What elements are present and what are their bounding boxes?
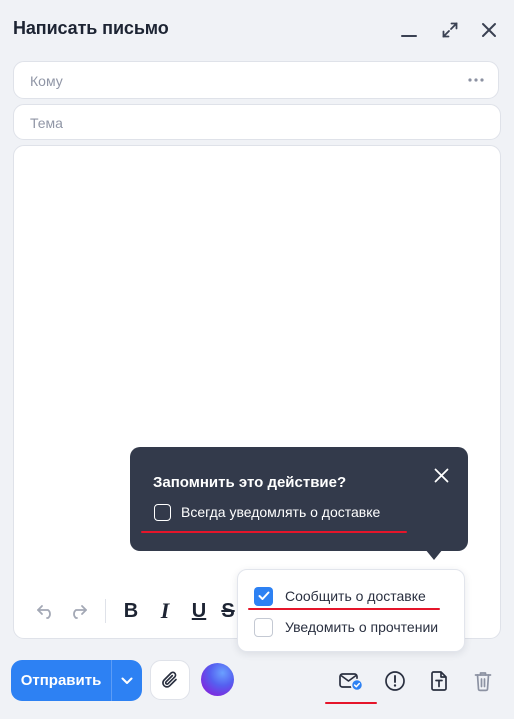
always-notify-label[interactable]: Всегда уведомлять о доставке xyxy=(181,504,380,520)
undo-icon xyxy=(37,605,51,619)
menu-item-label: Сообщить о доставке xyxy=(285,588,426,604)
read-checkbox[interactable] xyxy=(254,617,273,637)
bold-button[interactable]: B xyxy=(119,598,143,624)
highlight-underline xyxy=(248,608,440,610)
ai-assistant-button[interactable] xyxy=(201,663,234,696)
menu-item-read[interactable]: Уведомить о прочтении xyxy=(254,617,438,637)
delivery-checkbox[interactable] xyxy=(254,586,273,606)
expand-button[interactable] xyxy=(438,18,462,42)
redo-icon xyxy=(73,605,87,619)
subject-placeholder: Тема xyxy=(30,115,63,131)
send-options-button[interactable] xyxy=(112,660,142,701)
more-dots-icon[interactable] xyxy=(468,78,484,82)
toolbar-divider xyxy=(105,599,106,623)
redo-button[interactable] xyxy=(66,598,90,624)
compose-title: Написать письмо xyxy=(13,18,169,38)
strikethrough-button[interactable]: S xyxy=(221,598,235,624)
priority-button[interactable] xyxy=(382,668,408,694)
highlight-underline xyxy=(325,702,377,704)
notification-menu: Сообщить о доставке Уведомить о прочтени… xyxy=(237,569,465,652)
close-button[interactable] xyxy=(477,18,501,42)
check-icon xyxy=(258,591,269,600)
underline-button[interactable]: U xyxy=(187,598,211,624)
to-field[interactable]: Кому xyxy=(13,61,499,99)
attach-button[interactable] xyxy=(150,660,190,700)
delete-draft-button[interactable] xyxy=(470,668,496,694)
menu-item-delivery[interactable]: Сообщить о доставке xyxy=(254,586,426,606)
template-button[interactable] xyxy=(426,668,452,694)
envelope-check-icon xyxy=(339,673,364,692)
undo-button[interactable] xyxy=(34,598,58,624)
popover-close-button[interactable] xyxy=(430,464,452,486)
highlight-underline xyxy=(141,531,407,533)
minimize-icon xyxy=(401,35,417,37)
delivery-notify-button[interactable] xyxy=(338,668,364,694)
send-button-group: Отправить xyxy=(11,660,142,701)
menu-item-label: Уведомить о прочтении xyxy=(285,619,439,635)
text-template-icon xyxy=(431,671,447,691)
to-placeholder: Кому xyxy=(30,73,63,89)
send-button[interactable]: Отправить xyxy=(11,660,111,701)
remember-action-popover: Запомнить это действие? Всегда уведомлят… xyxy=(130,447,468,551)
minimize-button[interactable] xyxy=(397,18,421,42)
exclamation-circle-icon xyxy=(385,671,405,691)
chevron-down-icon xyxy=(121,677,133,684)
italic-button[interactable]: I xyxy=(153,598,177,624)
subject-field[interactable]: Тема xyxy=(13,104,501,140)
popover-title: Запомнить это действие? xyxy=(153,474,347,491)
message-editor[interactable] xyxy=(13,145,501,639)
expand-icon xyxy=(442,22,458,38)
popover-arrow xyxy=(425,549,443,560)
close-icon xyxy=(482,23,496,37)
always-notify-checkbox[interactable] xyxy=(154,504,171,521)
trash-icon xyxy=(474,672,492,692)
close-icon xyxy=(434,468,448,482)
paperclip-icon xyxy=(162,671,177,688)
